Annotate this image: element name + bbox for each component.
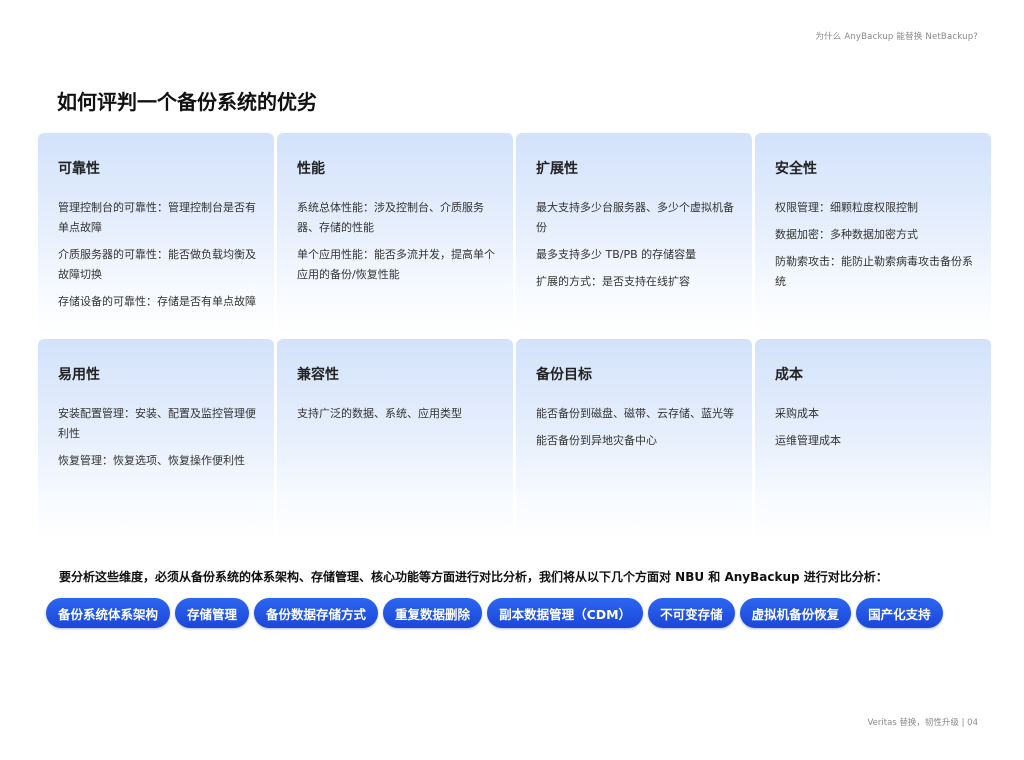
card-line: 能否备份到异地灾备中心: [536, 434, 657, 447]
tag-storage-management: 存储管理: [175, 598, 250, 628]
card-line: 最大支持多少台服务器、多少个虚拟机备份: [536, 201, 734, 234]
card-compatibility: 兼容性 支持广泛的数据、系统、应用类型: [277, 339, 513, 541]
tag-architecture: 备份系统体系架构: [46, 598, 171, 628]
card-line: 恢复管理：恢复选项、恢复操作便利性: [58, 454, 245, 467]
card-line: 管理控制台的可靠性：管理控制台是否有单点故障: [58, 201, 256, 234]
card-title: 扩展性: [536, 161, 578, 177]
card-line: 运维管理成本: [775, 434, 841, 447]
card-usability: 易用性 安装配置管理：安装、配置及监控管理便利性 恢复管理：恢复选项、恢复操作便…: [38, 339, 274, 541]
summary-text: 要分析这些维度，必须从备份系统的体系架构、存储管理、核心功能等方面进行对比分析，…: [59, 570, 888, 584]
card-backup-target: 备份目标 能否备份到磁盘、磁带、云存储、蓝光等 能否备份到异地灾备中心: [516, 339, 752, 541]
tag-cdm: 副本数据管理（CDM）: [487, 598, 644, 628]
card-cost: 成本 采购成本 运维管理成本: [755, 339, 991, 541]
tag-immutable-storage: 不可变存储: [648, 598, 735, 628]
footer-note: Veritas 替换，韧性升级 | 04: [867, 718, 979, 728]
card-performance: 性能 系统总体性能：涉及控制台、介质服务器、存储的性能 单个应用性能：能否多流并…: [277, 133, 513, 335]
card-line: 支持广泛的数据、系统、应用类型: [297, 407, 462, 420]
card-security: 安全性 权限管理：细颗粒度权限控制 数据加密：多种数据加密方式 防勒索攻击：能防…: [755, 133, 991, 335]
card-line: 最多支持多少 TB/PB 的存储容量: [536, 248, 697, 261]
criteria-grid: 可靠性 管理控制台的可靠性：管理控制台是否有单点故障 介质服务器的可靠性：能否做…: [38, 133, 991, 541]
tag-deduplication: 重复数据删除: [383, 598, 483, 628]
tag-data-storage-format: 备份数据存储方式: [254, 598, 379, 628]
card-line: 权限管理：细颗粒度权限控制: [775, 201, 918, 214]
card-line: 采购成本: [775, 407, 819, 420]
card-line: 扩展的方式：是否支持在线扩容: [536, 275, 690, 288]
card-title: 性能: [297, 161, 325, 177]
card-title: 兼容性: [297, 367, 339, 383]
card-reliability: 可靠性 管理控制台的可靠性：管理控制台是否有单点故障 介质服务器的可靠性：能否做…: [38, 133, 274, 335]
page-title: 如何评判一个备份系统的优劣: [57, 90, 317, 114]
card-title: 可靠性: [58, 161, 100, 177]
card-line: 数据加密：多种数据加密方式: [775, 228, 918, 241]
header-note: 为什么 AnyBackup 能替换 NetBackup?: [815, 32, 978, 42]
card-title: 安全性: [775, 161, 817, 177]
card-line: 存储设备的可靠性：存储是否有单点故障: [58, 295, 256, 308]
card-line: 单个应用性能：能否多流并发，提高单个应用的备份/恢复性能: [297, 248, 495, 281]
card-scalability: 扩展性 最大支持多少台服务器、多少个虚拟机备份 最多支持多少 TB/PB 的存储…: [516, 133, 752, 335]
card-title: 成本: [775, 367, 803, 383]
tag-localization: 国产化支持: [856, 598, 943, 628]
tag-vm-backup: 虚拟机备份恢复: [739, 598, 852, 628]
card-line: 安装配置管理：安装、配置及监控管理便利性: [58, 407, 256, 440]
topic-tags: 备份系统体系架构 存储管理 备份数据存储方式 重复数据删除 副本数据管理（CDM…: [46, 598, 943, 628]
card-line: 能否备份到磁盘、磁带、云存储、蓝光等: [536, 407, 734, 420]
card-line: 防勒索攻击：能防止勒索病毒攻击备份系统: [775, 255, 973, 288]
card-title: 易用性: [58, 367, 100, 383]
card-line: 介质服务器的可靠性：能否做负载均衡及故障切换: [58, 248, 256, 281]
card-line: 系统总体性能：涉及控制台、介质服务器、存储的性能: [297, 201, 484, 234]
card-title: 备份目标: [536, 367, 592, 383]
